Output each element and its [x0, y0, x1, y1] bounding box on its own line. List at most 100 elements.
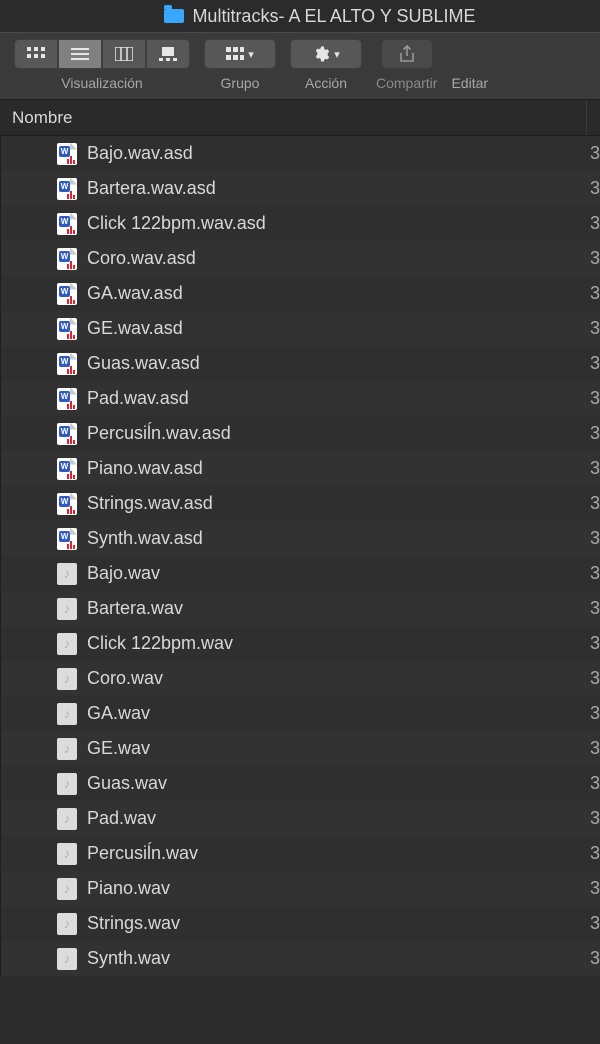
row-trailing-text: 3: [590, 353, 600, 374]
gear-icon: [312, 45, 330, 63]
file-name: Percusiĺn.wav.asd: [87, 423, 231, 444]
asd-file-icon: [57, 318, 77, 340]
table-row[interactable]: Percusiĺn.wav 3: [1, 836, 600, 871]
row-trailing-text: 3: [590, 248, 600, 269]
file-name: Synth.wav: [87, 948, 170, 969]
asd-file-icon: [57, 283, 77, 305]
table-row[interactable]: Synth.wav.asd 3: [1, 521, 600, 556]
table-row[interactable]: Bartera.wav.asd3: [1, 171, 600, 206]
row-trailing-text: 3: [590, 738, 600, 759]
table-row[interactable]: Strings.wav 3: [1, 906, 600, 941]
table-row[interactable]: Click 122bpm.wav.asd 3: [1, 206, 600, 241]
list-header[interactable]: Nombre: [0, 100, 600, 136]
list-icon: [71, 47, 89, 61]
group-button[interactable]: ▾: [204, 39, 276, 69]
file-name: Click 122bpm.wav.asd: [87, 213, 266, 234]
action-label: Acción: [305, 75, 347, 97]
table-row[interactable]: Piano.wav.asd 3: [1, 451, 600, 486]
folder-icon: [164, 9, 184, 23]
row-trailing-text: 3: [590, 843, 600, 864]
table-row[interactable]: Coro.wav.asd 3: [1, 241, 600, 276]
table-row[interactable]: Pad.wav3: [1, 801, 600, 836]
asd-file-icon: [57, 178, 77, 200]
asd-file-icon: [57, 493, 77, 515]
table-row[interactable]: Click 122bpm.wav 3: [1, 626, 600, 661]
audio-file-icon: [57, 913, 77, 935]
table-row[interactable]: Percusiĺn.wav.asd3: [1, 416, 600, 451]
column-view-button[interactable]: [102, 39, 146, 69]
row-trailing-text: 3: [590, 668, 600, 689]
icon-view-button[interactable]: [14, 39, 58, 69]
audio-file-icon: [57, 773, 77, 795]
asd-file-icon: [57, 213, 77, 235]
gallery-view-button[interactable]: [146, 39, 190, 69]
list-view-button[interactable]: [58, 39, 102, 69]
table-row[interactable]: Coro.wav3: [1, 661, 600, 696]
table-row[interactable]: GE.wav.asd3: [1, 311, 600, 346]
audio-file-icon: [57, 808, 77, 830]
row-trailing-text: 3: [590, 808, 600, 829]
file-name: Piano.wav: [87, 878, 170, 899]
table-row[interactable]: Strings.wav.asd3: [1, 486, 600, 521]
row-trailing-text: 3: [590, 458, 600, 479]
group-label: Grupo: [221, 75, 260, 97]
table-row[interactable]: Pad.wav.asd3: [1, 381, 600, 416]
file-name: GA.wav: [87, 703, 150, 724]
table-row[interactable]: Guas.wav 3: [1, 766, 600, 801]
asd-file-icon: [57, 353, 77, 375]
table-row[interactable]: Guas.wav.asd3: [1, 346, 600, 381]
file-name: Click 122bpm.wav: [87, 633, 233, 654]
table-row[interactable]: Piano.wav 3: [1, 871, 600, 906]
asd-file-icon: [57, 143, 77, 165]
column-name[interactable]: Nombre: [12, 108, 586, 128]
chevron-down-icon: ▾: [248, 48, 254, 61]
row-trailing-text: 3: [590, 598, 600, 619]
asd-file-icon: [57, 528, 77, 550]
view-label: Visualización: [61, 75, 142, 97]
table-row[interactable]: Bartera.wav 3: [1, 591, 600, 626]
row-trailing-text: 3: [590, 563, 600, 584]
share-button[interactable]: [381, 39, 433, 69]
toolbar: Visualización ▾ Grupo: [0, 32, 600, 100]
asd-file-icon: [57, 248, 77, 270]
file-name: GE.wav: [87, 738, 150, 759]
edit-tags-label: Editar: [451, 75, 488, 97]
audio-file-icon: [57, 668, 77, 690]
window-titlebar: Multitracks- A EL ALTO Y SUBLIME: [0, 0, 600, 32]
column-next[interactable]: [586, 100, 600, 135]
file-name: Bajo.wav.asd: [87, 143, 193, 164]
row-trailing-text: 3: [590, 633, 600, 654]
table-row[interactable]: GE.wav 3: [1, 731, 600, 766]
audio-file-icon: [57, 878, 77, 900]
row-trailing-text: 3: [590, 213, 600, 234]
file-name: Strings.wav: [87, 913, 180, 934]
row-trailing-text: 3: [590, 703, 600, 724]
row-trailing-text: 3: [590, 878, 600, 899]
audio-file-icon: [57, 703, 77, 725]
file-name: Synth.wav.asd: [87, 528, 203, 549]
share-icon: [399, 45, 415, 63]
row-trailing-text: 3: [590, 493, 600, 514]
row-trailing-text: 3: [590, 913, 600, 934]
file-name: Bartera.wav: [87, 598, 183, 619]
file-name: Percusiĺn.wav: [87, 843, 198, 864]
table-row[interactable]: GA.wav 3: [1, 696, 600, 731]
view-segmented: [14, 39, 190, 69]
row-trailing-text: 3: [590, 528, 600, 549]
table-row[interactable]: Bajo.wav.asd3: [1, 136, 600, 171]
columns-icon: [115, 47, 133, 61]
file-name: Piano.wav.asd: [87, 458, 203, 479]
action-button[interactable]: ▾: [290, 39, 362, 69]
row-trailing-text: 3: [590, 318, 600, 339]
file-name: Guas.wav: [87, 773, 167, 794]
table-row[interactable]: GA.wav.asd3: [1, 276, 600, 311]
audio-file-icon: [57, 563, 77, 585]
row-trailing-text: 3: [590, 283, 600, 304]
share-control: Compartir: [376, 39, 437, 97]
action-control: ▾ Acción: [290, 39, 362, 97]
table-row[interactable]: Synth.wav3: [1, 941, 600, 976]
table-row[interactable]: Bajo.wav3: [1, 556, 600, 591]
audio-file-icon: [57, 843, 77, 865]
file-name: Coro.wav.asd: [87, 248, 196, 269]
row-trailing-text: 3: [590, 773, 600, 794]
